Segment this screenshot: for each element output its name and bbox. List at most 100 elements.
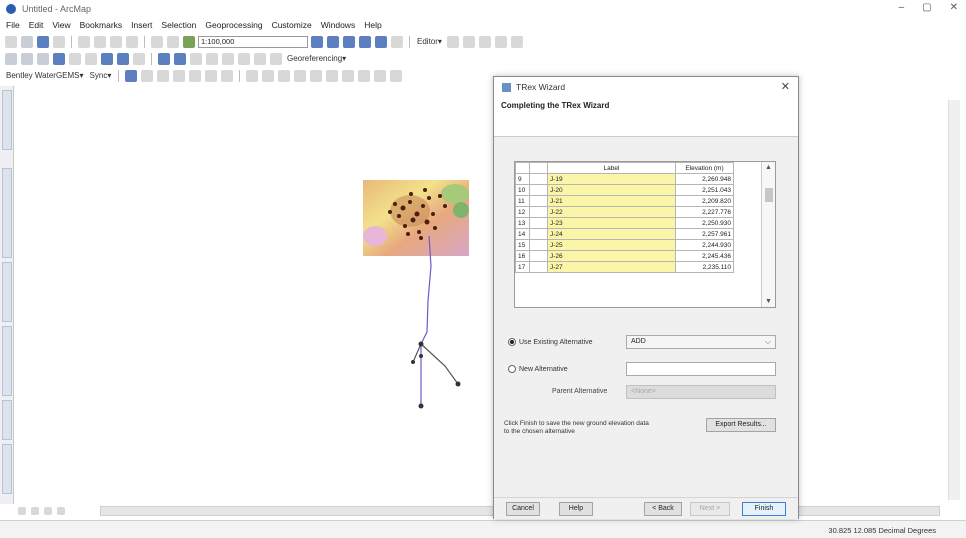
table-row[interactable]: 11 J-21 2,209.820: [515, 195, 734, 207]
table-of-contents-icon[interactable]: [327, 35, 339, 48]
label-cell[interactable]: J-19: [547, 173, 676, 185]
table-row[interactable]: 15 J-25 2,244.930: [515, 239, 734, 251]
new-alternative-option[interactable]: New Alternative: [508, 365, 568, 373]
menu-selection[interactable]: Selection: [161, 20, 196, 30]
sync-menu[interactable]: Sync▾: [88, 71, 114, 80]
refresh-icon[interactable]: [44, 507, 52, 515]
add-data-icon[interactable]: [183, 35, 195, 48]
menu-file[interactable]: File: [6, 20, 20, 30]
menu-geoprocessing[interactable]: Geoprocessing: [205, 20, 262, 30]
finish-button[interactable]: Finish: [742, 502, 786, 516]
time-slider-icon[interactable]: [254, 52, 266, 65]
layout-pointer-icon[interactable]: [125, 69, 138, 82]
use-existing-radio[interactable]: [508, 338, 516, 346]
grid-vertical-scrollbar[interactable]: ▲ ▼: [761, 162, 775, 307]
bentley-watergems-menu[interactable]: Bentley WaterGEMS▾: [4, 71, 86, 80]
map-scale-field[interactable]: 1:100,000: [198, 35, 308, 48]
forward-extent-icon[interactable]: [117, 52, 129, 65]
select-elements-icon[interactable]: [158, 52, 170, 65]
side-tab-watergems[interactable]: [2, 262, 12, 322]
sketch-properties-icon[interactable]: [510, 35, 523, 48]
straight-segment-icon[interactable]: [462, 35, 475, 48]
dialog-close-button[interactable]: ✕: [781, 80, 790, 93]
back-extent-icon[interactable]: [101, 52, 113, 65]
existing-alternative-select[interactable]: ADD ⌵: [626, 335, 776, 349]
redo-icon[interactable]: [167, 35, 179, 48]
table-row[interactable]: 10 J-20 2,251.043: [515, 184, 734, 196]
table-row[interactable]: 17 J-27 2,235.110: [515, 261, 734, 273]
side-tab-arctoolbox[interactable]: [2, 90, 12, 150]
scroll-down-arrow-icon[interactable]: ▼: [765, 298, 772, 305]
fixed-zoom-out-icon[interactable]: [85, 52, 97, 65]
html-popup-icon[interactable]: [238, 52, 250, 65]
catalog-icon[interactable]: [343, 35, 355, 48]
pause-drawing-icon[interactable]: [57, 507, 65, 515]
paste-icon[interactable]: [110, 35, 122, 48]
menu-edit[interactable]: Edit: [29, 20, 44, 30]
reservoir-tool-icon[interactable]: [189, 69, 202, 82]
label-cell[interactable]: J-20: [547, 184, 676, 196]
save-icon[interactable]: [37, 35, 49, 48]
map-vertical-scrollbar[interactable]: [948, 100, 960, 500]
side-tab-table-of-contents[interactable]: [2, 168, 12, 258]
elevation-cell[interactable]: 2,251.043: [675, 184, 734, 196]
table-row[interactable]: 9 J-19 2,260.948: [515, 173, 734, 185]
label-cell[interactable]: J-27: [547, 261, 676, 273]
full-extent-icon[interactable]: [53, 52, 65, 65]
color-coding-icon[interactable]: [358, 69, 371, 82]
elevation-cell[interactable]: 2,244.930: [675, 239, 734, 251]
pump-tool-icon[interactable]: [205, 69, 218, 82]
use-existing-option[interactable]: Use Existing Alternative: [508, 338, 593, 346]
scroll-up-arrow-icon[interactable]: ▲: [765, 164, 772, 171]
compute-icon[interactable]: [246, 69, 259, 82]
fixed-zoom-in-icon[interactable]: [69, 52, 81, 65]
table-row[interactable]: 12 J-22 2,227.776: [515, 206, 734, 218]
label-cell[interactable]: J-23: [547, 217, 676, 229]
label-cell[interactable]: J-21: [547, 195, 676, 207]
editor-toolbar-icon[interactable]: [311, 35, 323, 48]
print-icon[interactable]: [53, 35, 65, 48]
label-cell[interactable]: J-26: [547, 250, 676, 262]
back-button[interactable]: < Back: [644, 502, 682, 516]
trex-icon[interactable]: [390, 69, 403, 82]
maximize-button[interactable]: ▢: [922, 2, 931, 13]
graphs-icon[interactable]: [342, 69, 355, 82]
attributes-icon[interactable]: [494, 35, 507, 48]
menu-insert[interactable]: Insert: [131, 20, 152, 30]
search-icon[interactable]: [359, 35, 371, 48]
undo-icon[interactable]: [151, 35, 163, 48]
table-row[interactable]: 14 J-24 2,257.961: [515, 228, 734, 240]
data-view-icon[interactable]: [18, 507, 26, 515]
pipe-tool-icon[interactable]: [141, 69, 154, 82]
alternatives-icon[interactable]: [294, 69, 307, 82]
zoom-in-icon[interactable]: [5, 52, 17, 65]
elevation-cell[interactable]: 2,260.948: [675, 173, 734, 185]
label-cell[interactable]: J-22: [547, 206, 676, 218]
flextables-icon[interactable]: [262, 69, 275, 82]
column-header-label[interactable]: Label: [547, 162, 676, 174]
hyperlink-icon[interactable]: [222, 52, 234, 65]
label-cell[interactable]: J-24: [547, 228, 676, 240]
delete-icon[interactable]: [126, 35, 138, 48]
help-button[interactable]: Help: [559, 502, 593, 516]
new-alternative-radio[interactable]: [508, 365, 516, 373]
zoom-out-icon[interactable]: [21, 52, 33, 65]
elevation-cell[interactable]: 2,227.776: [675, 206, 734, 218]
elevation-results-grid[interactable]: Label Elevation (m) 9 J-19 2,260.948 10 …: [514, 161, 776, 308]
menu-help[interactable]: Help: [364, 20, 381, 30]
open-folder-icon[interactable]: [21, 35, 33, 48]
map-canvas[interactable]: [15, 86, 945, 504]
elevation-cell[interactable]: 2,257.961: [675, 228, 734, 240]
side-tab-catalog[interactable]: [2, 400, 12, 440]
side-tab-watergems-link[interactable]: [2, 326, 12, 396]
edit-tool-icon[interactable]: [446, 35, 459, 48]
menu-customize[interactable]: Customize: [272, 20, 312, 30]
sketch-tool-icon[interactable]: [478, 35, 491, 48]
annotation-icon[interactable]: [374, 69, 387, 82]
profiles-icon[interactable]: [326, 69, 339, 82]
map-display[interactable]: [15, 86, 945, 504]
pan-icon[interactable]: [37, 52, 49, 65]
export-results-button[interactable]: Export Results...: [706, 418, 776, 432]
georeferencing-menu[interactable]: Georeferencing▾: [285, 54, 348, 63]
tank-tool-icon[interactable]: [173, 69, 186, 82]
